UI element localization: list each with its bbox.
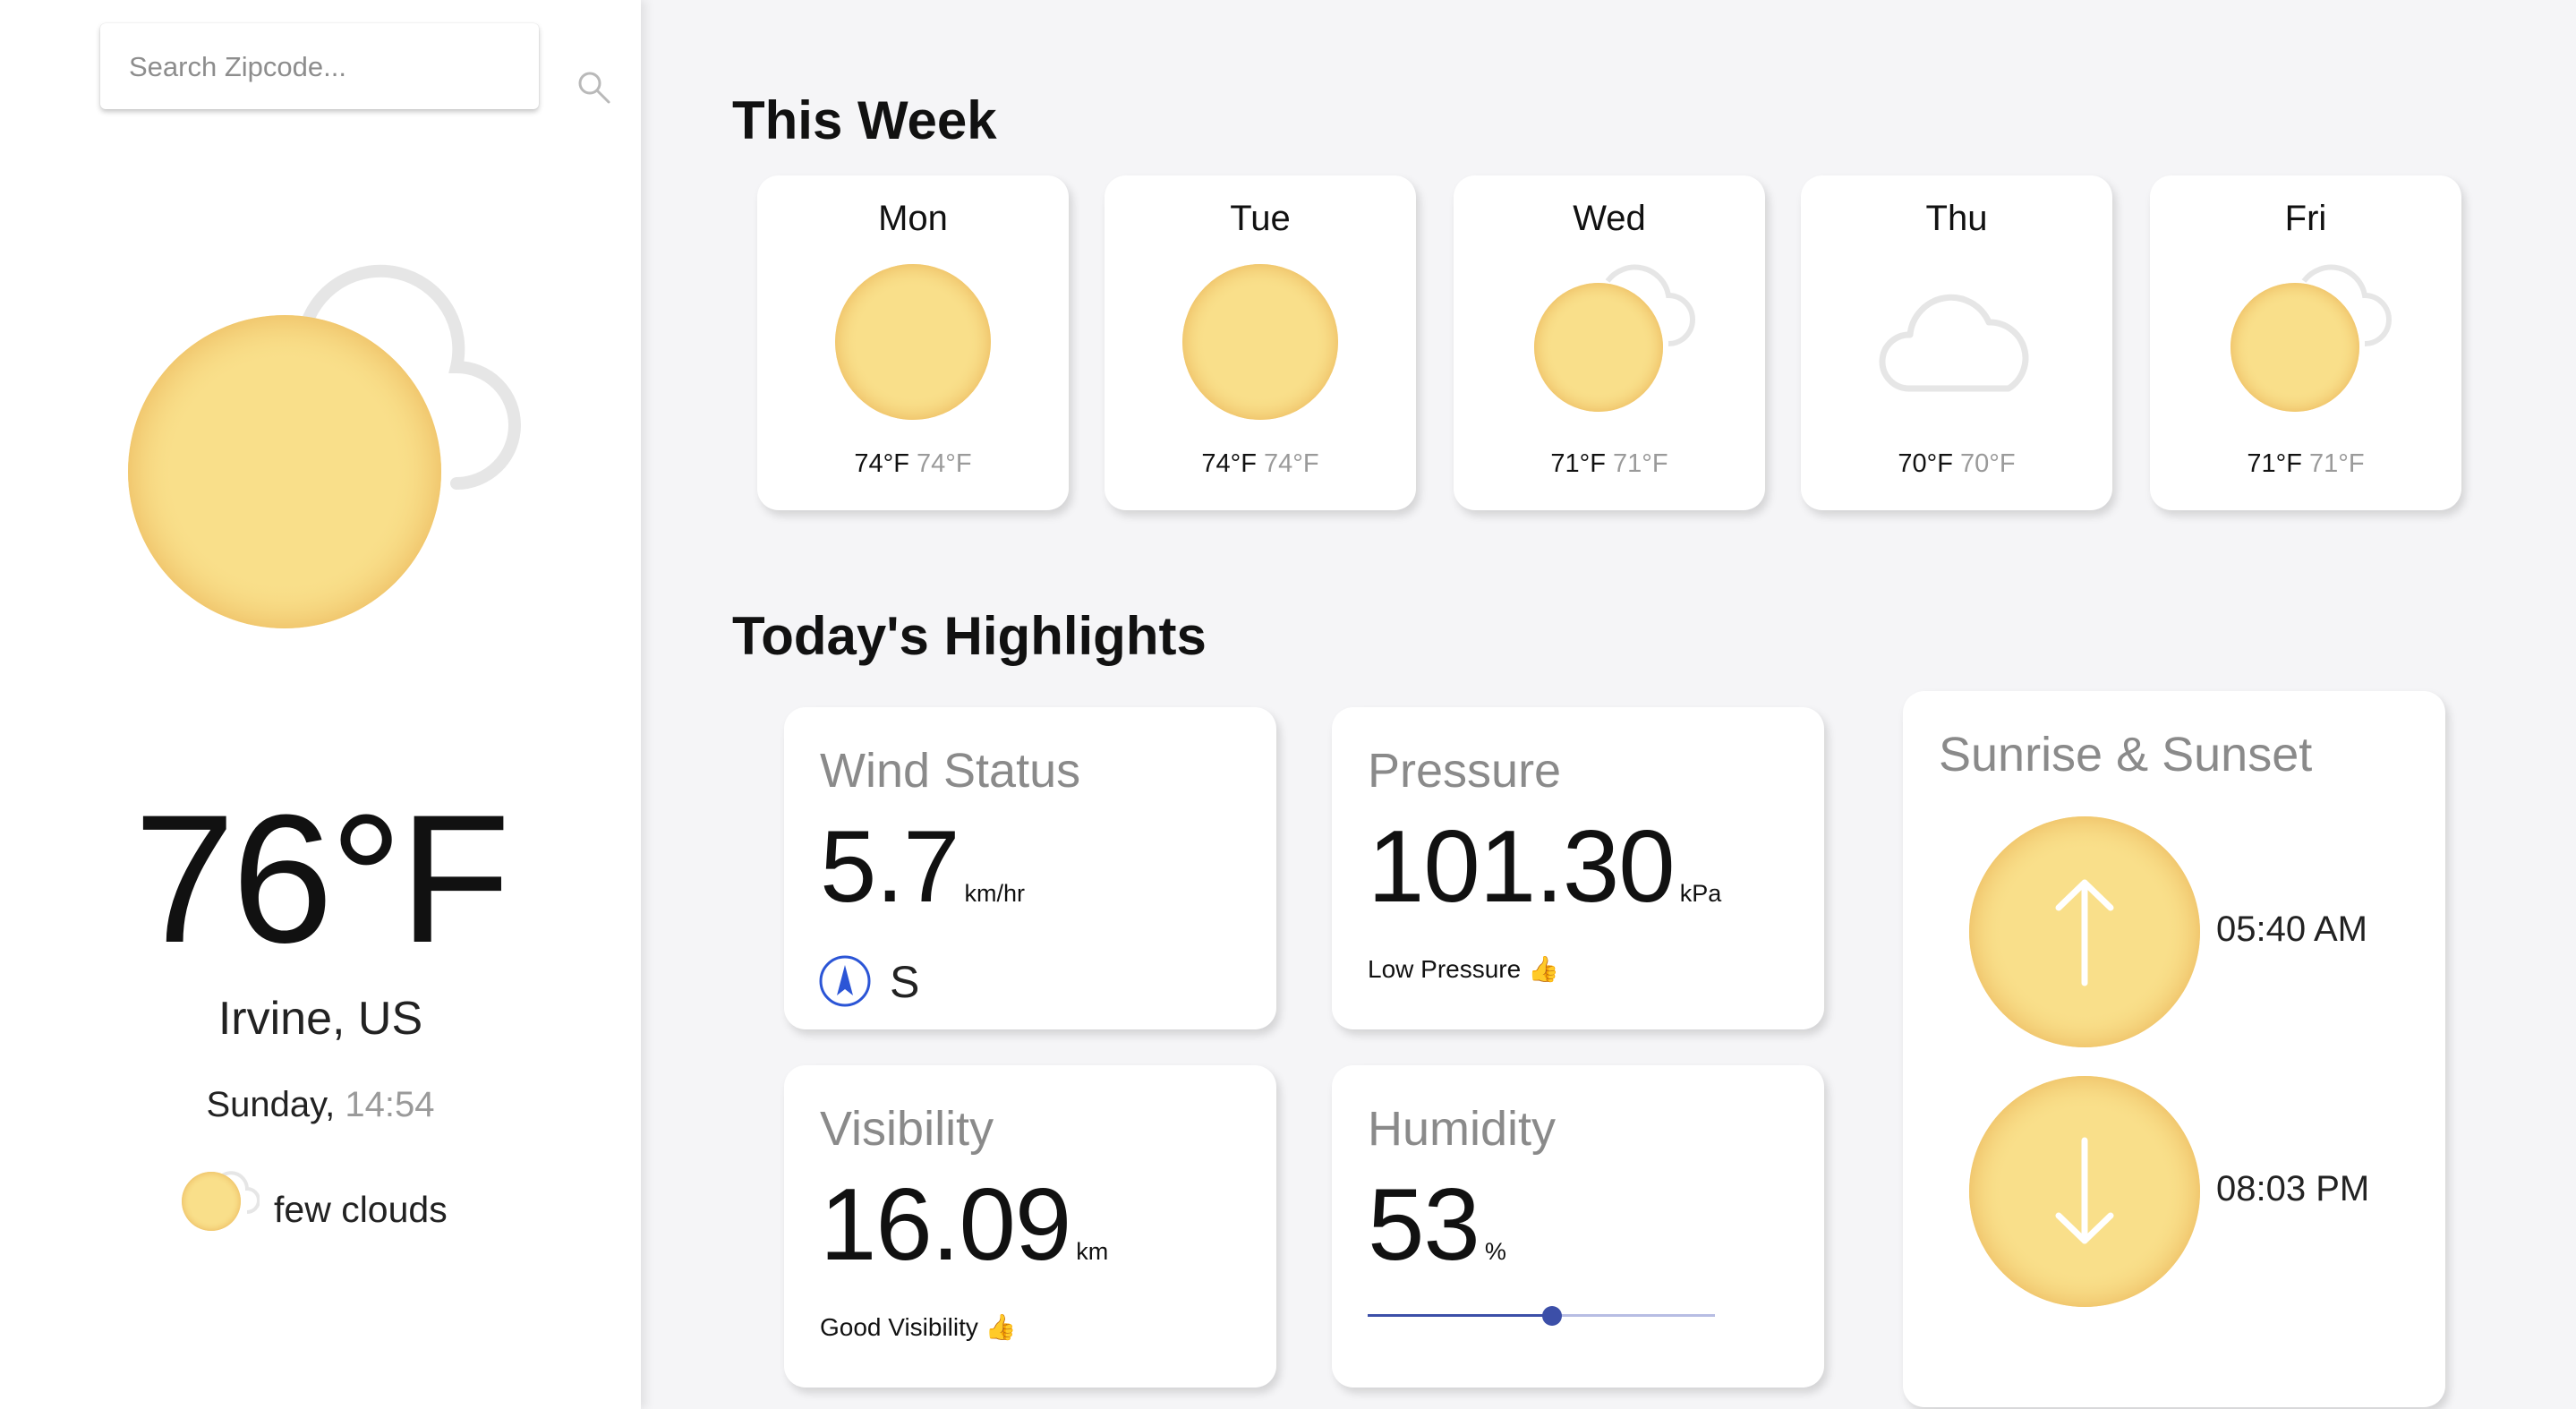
current-datetime: Sunday, 14:54 (0, 1085, 641, 1125)
day-name: Tue (1230, 199, 1291, 238)
day-high: 70°F (1898, 449, 1953, 478)
highlights-heading: Today's Highlights (732, 606, 1207, 666)
visibility-unit: km (1076, 1238, 1109, 1265)
sunset-icon (1969, 1076, 2200, 1307)
visibility-note: Good Visibility 👍 (820, 1313, 1017, 1341)
search-box[interactable] (100, 23, 610, 109)
day-temps: 71°F 71°F (1454, 449, 1765, 479)
wind-direction: S (890, 957, 920, 1007)
day-low: 70°F (1960, 449, 2016, 478)
wind-speed: 5.7 (820, 810, 960, 924)
search-input[interactable] (127, 43, 471, 91)
pressure-note: Low Pressure 👍 (1368, 955, 1559, 983)
search-icon[interactable] (576, 70, 612, 106)
day-name: Mon (878, 199, 948, 238)
pressure-value: 101.30 kPa (1368, 816, 1721, 918)
day-card-fri[interactable]: Fri 71°F 71°F (2150, 175, 2461, 510)
day-card-tue[interactable]: Tue 74°F 74°F (1105, 175, 1416, 510)
compass-icon (819, 955, 871, 1007)
sunrise-time: 05:40 AM (2216, 909, 2368, 949)
day-low: 71°F (1613, 449, 1668, 478)
current-time: 14:54 (345, 1085, 435, 1124)
sun-cloud-icon (1534, 264, 1695, 412)
humidity-unit: % (1484, 1238, 1506, 1265)
wind-title: Wind Status (820, 744, 1081, 798)
day-name: Fri (2284, 199, 2327, 238)
wind-value: 5.7 km/hr (820, 816, 1025, 918)
visibility-value: 16.09 km (820, 1174, 1108, 1277)
day-high: 71°F (2247, 449, 2302, 478)
humidity-slider[interactable] (1368, 1305, 1715, 1327)
pressure-title: Pressure (1368, 744, 1562, 798)
sunset-time: 08:03 PM (2216, 1169, 2370, 1208)
visibility-number: 16.09 (820, 1168, 1071, 1282)
humidity-card: Humidity 53% (1332, 1065, 1824, 1388)
day-temps: 74°F 74°F (757, 449, 1069, 479)
day-low: 74°F (917, 449, 972, 478)
current-location: Irvine, US (218, 993, 423, 1045)
day-temps: 71°F 71°F (2150, 449, 2461, 479)
sun-cloud-icon (2231, 264, 2392, 412)
day-low: 74°F (1264, 449, 1319, 478)
day-card-wed[interactable]: Wed 71°F 71°F (1454, 175, 1765, 510)
day-card-mon[interactable]: Mon 74°F 74°F (757, 175, 1069, 510)
day-name: Wed (1573, 199, 1646, 238)
day-name: Thu (1925, 199, 1988, 238)
humidity-slider-thumb[interactable] (1541, 1306, 1562, 1326)
week-heading: This Week (732, 90, 997, 150)
current-day: Sunday, (206, 1085, 336, 1124)
day-temps: 74°F 74°F (1105, 449, 1416, 479)
sun-cloud-icon (128, 264, 521, 628)
pressure-card: Pressure 101.30 kPa Low Pressure 👍 (1332, 707, 1824, 1029)
day-high: 74°F (854, 449, 909, 478)
cloud-icon (1879, 294, 2029, 392)
visibility-title: Visibility (820, 1102, 994, 1156)
sun-icon (1182, 264, 1338, 420)
day-temps: 70°F 70°F (1801, 449, 2112, 479)
day-low: 71°F (2309, 449, 2365, 478)
current-condition: few clouds (274, 1189, 448, 1230)
day-high: 74°F (1201, 449, 1257, 478)
small-sun-cloud-icon (182, 1171, 260, 1231)
sunrise-icon (1969, 816, 2200, 1047)
humidity-title: Humidity (1368, 1102, 1557, 1156)
humidity-slider-fill (1368, 1314, 1552, 1317)
humidity-value: 53% (1368, 1174, 1506, 1277)
visibility-card: Visibility 16.09 km Good Visibility 👍 (784, 1065, 1276, 1388)
pressure-unit: kPa (1679, 880, 1722, 907)
current-temperature: 76°F (133, 777, 510, 981)
pressure-number: 101.30 (1368, 810, 1676, 924)
wind-card: Wind Status 5.7 km/hr S (784, 707, 1276, 1029)
sunrise-sunset-title: Sunrise & Sunset (1939, 728, 2313, 781)
sun-icon (835, 264, 991, 420)
wind-unit: km/hr (964, 880, 1025, 907)
day-card-thu[interactable]: Thu 70°F 70°F (1801, 175, 2112, 510)
sunrise-sunset-card: Sunrise & Sunset 05:40 AM 08:03 PM (1903, 691, 2445, 1407)
sidebar: 76°F Irvine, US Sunday, 14:54 few clouds (0, 0, 641, 1409)
day-high: 71°F (1550, 449, 1606, 478)
humidity-number: 53 (1368, 1168, 1480, 1282)
